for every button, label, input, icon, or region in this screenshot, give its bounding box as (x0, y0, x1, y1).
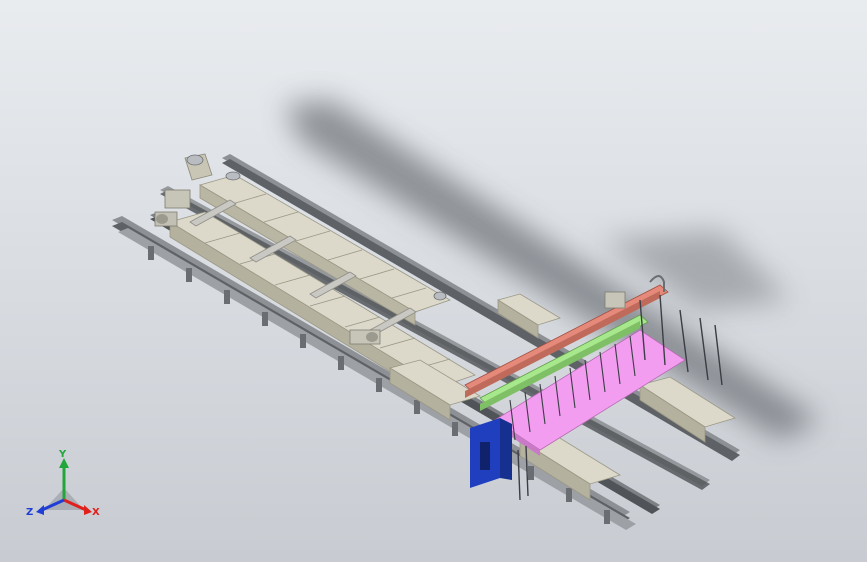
model-viewport[interactable] (0, 0, 867, 562)
electrical-cabinet[interactable] (470, 418, 512, 488)
coordinate-triad: Y X Z (26, 449, 100, 518)
z-axis-label: Z (26, 507, 33, 518)
x-axis-label: X (92, 507, 100, 518)
y-axis-label: Y (58, 449, 67, 460)
